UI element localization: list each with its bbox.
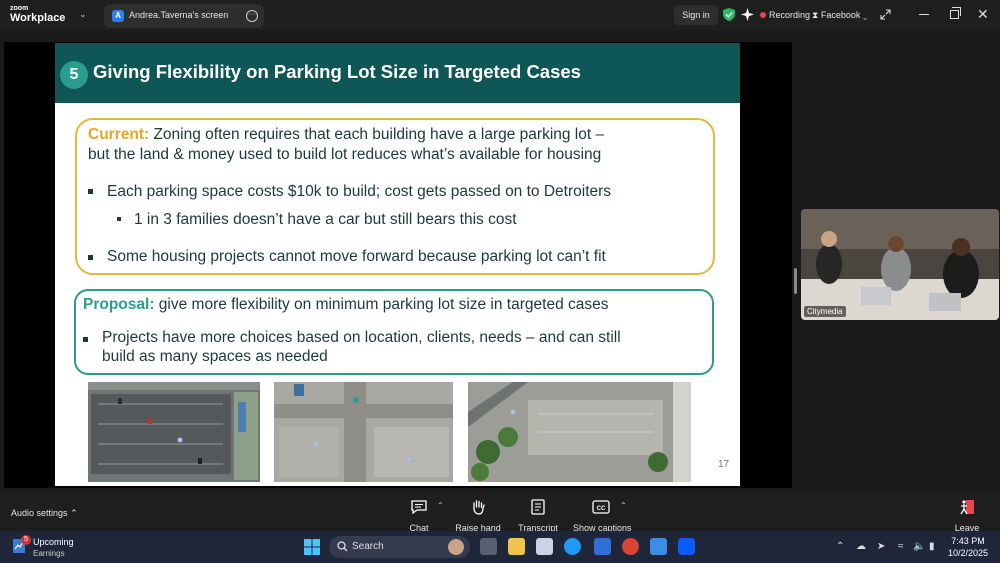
livestream-facebook-button[interactable]: ⧗ Facebook ⌄ <box>812 5 867 25</box>
subbullet-families-no-car: 1 in 3 families doesn’t have a car but s… <box>134 211 517 228</box>
transcript-icon <box>531 499 545 515</box>
clock-time: 7:43 PM <box>951 536 985 546</box>
proposal-body: give more flexibility on minimum parking… <box>154 296 609 313</box>
security-shield-icon[interactable] <box>723 8 735 21</box>
chevron-up-icon: ⌃ <box>70 508 78 518</box>
slide-header: 5 Giving Flexibility on Parking Lot Size… <box>55 43 740 103</box>
bullet-marker <box>88 189 93 194</box>
zoom-title-bar: zoom Workplace ⌄ A Andrea.Taverna's scre… <box>0 0 1000 30</box>
widget-subtitle: Earnings <box>33 549 65 558</box>
chevron-up-icon[interactable]: ⌃ <box>836 541 844 552</box>
bullet-marker <box>117 217 121 221</box>
presenter-avatar: A <box>112 10 124 22</box>
closed-captions-icon: CC <box>592 500 610 514</box>
proposal-text: Proposal: give more flexibility on minim… <box>83 296 608 314</box>
widget-title: Upcoming <box>33 537 74 547</box>
panel-resize-handle[interactable] <box>794 268 797 294</box>
proposal-label: Proposal: <box>83 296 155 313</box>
ai-companion-sparkle-icon[interactable] <box>741 8 754 21</box>
chrome-browser-icon[interactable] <box>622 538 639 555</box>
notification-badge: 5 <box>21 535 31 545</box>
participant-name: Citymedia <box>804 306 846 317</box>
bullet-parking-cost: Each parking space costs $10k to build; … <box>107 183 612 200</box>
twitter-app-icon[interactable] <box>564 538 581 555</box>
raise-hand-icon <box>473 500 485 515</box>
wifi-icon[interactable]: ≈ <box>898 541 904 552</box>
brand-zoom: zoom <box>10 5 29 12</box>
chevron-down-icon[interactable]: ⌄ <box>79 9 87 20</box>
current-label: Current: <box>88 126 150 143</box>
bullet-more-choices-line-1: Projects have more choices based on loca… <box>102 329 621 346</box>
fullscreen-expand-icon[interactable] <box>880 9 891 20</box>
recording-indicator[interactable]: Recording <box>760 5 810 25</box>
meeting-toolbar: Audio settings ⌃ Chat ⌃ Raise hand Trans… <box>0 493 1000 533</box>
chevron-up-icon[interactable]: ⌃ <box>620 501 627 510</box>
recording-label: Recording <box>769 10 811 20</box>
taskbar-search-box[interactable]: Search <box>329 536 470 558</box>
slide-page-number: 17 <box>718 459 730 470</box>
search-placeholder: Search <box>352 541 384 552</box>
task-view-icon[interactable] <box>480 538 497 555</box>
chevron-up-icon[interactable]: ⌃ <box>437 501 444 510</box>
current-line-2: but the land & money used to build lot r… <box>88 146 602 163</box>
volume-icon[interactable]: 🔈 <box>913 541 925 552</box>
aerial-parking-lot-photo-3 <box>468 382 691 482</box>
battery-icon[interactable]: ▮ <box>929 541 935 552</box>
slide-section-number: 5 <box>60 61 88 89</box>
aerial-parking-lot-photo-2 <box>274 382 453 482</box>
presentation-slide: 5 Giving Flexibility on Parking Lot Size… <box>55 43 740 486</box>
search-icon <box>337 541 348 552</box>
location-arrow-icon[interactable]: ➤ <box>877 541 885 552</box>
audio-settings-label: Audio settings <box>11 508 68 518</box>
shared-screen-label: Andrea.Taverna's screen <box>129 10 229 20</box>
zoom-workplace-logo: zoom Workplace <box>10 5 65 24</box>
bullet-projects-cannot-fit: Some housing projects cannot move forwar… <box>107 248 606 265</box>
notepad-icon[interactable] <box>594 538 611 555</box>
leave-door-icon <box>960 500 974 515</box>
recording-dot-icon <box>760 12 766 18</box>
bullet-more-choices-line-2: build as many spaces as needed <box>102 348 328 365</box>
current-text: Current: Zoning often requires that each… <box>88 126 604 144</box>
bullet-marker <box>83 337 88 342</box>
bullet-marker <box>88 255 93 260</box>
audio-settings-button[interactable]: Audio settings ⌃ <box>11 508 78 519</box>
chevron-down-icon: ⌄ <box>862 10 868 20</box>
windows-taskbar: 5 Upcoming Earnings Search ⌃ ☁ ➤ ≈ 🔈 ▮ 7… <box>0 531 1000 563</box>
participant-video-tile[interactable]: Citymedia <box>801 209 999 320</box>
clock-date: 10/2/2025 <box>948 548 989 558</box>
taskbar-clock[interactable]: 7:43 PM 10/2/2025 <box>948 535 988 559</box>
aerial-parking-lot-photo-1 <box>88 382 260 482</box>
zoom-app-icon[interactable] <box>678 538 695 555</box>
onedrive-cloud-icon[interactable]: ☁ <box>856 541 866 552</box>
window-close-button[interactable]: ✕ <box>977 6 989 23</box>
window-minimize-button[interactable] <box>919 14 929 15</box>
slide-title: Giving Flexibility on Parking Lot Size i… <box>93 61 581 82</box>
participant-video-feed <box>801 209 999 320</box>
sign-in-button[interactable]: Sign in <box>674 5 718 25</box>
chat-icon <box>411 500 427 515</box>
window-restore-button[interactable] <box>950 7 961 19</box>
current-line-1: Zoning often requires that each building… <box>149 126 605 143</box>
shared-screen-tab[interactable]: A Andrea.Taverna's screen ··· <box>104 4 264 28</box>
photos-app-icon[interactable] <box>650 538 667 555</box>
livestream-label: Facebook <box>820 10 861 20</box>
svg-text:CC: CC <box>597 506 606 512</box>
file-explorer-icon[interactable] <box>508 538 525 555</box>
windows-start-icon[interactable] <box>304 539 320 555</box>
broadcast-icon: ⧗ <box>812 10 819 20</box>
more-options-icon[interactable]: ··· <box>246 10 258 22</box>
search-highlight-icon <box>448 539 464 555</box>
snipping-tool-icon[interactable] <box>536 538 553 555</box>
brand-workplace: Workplace <box>10 12 66 24</box>
